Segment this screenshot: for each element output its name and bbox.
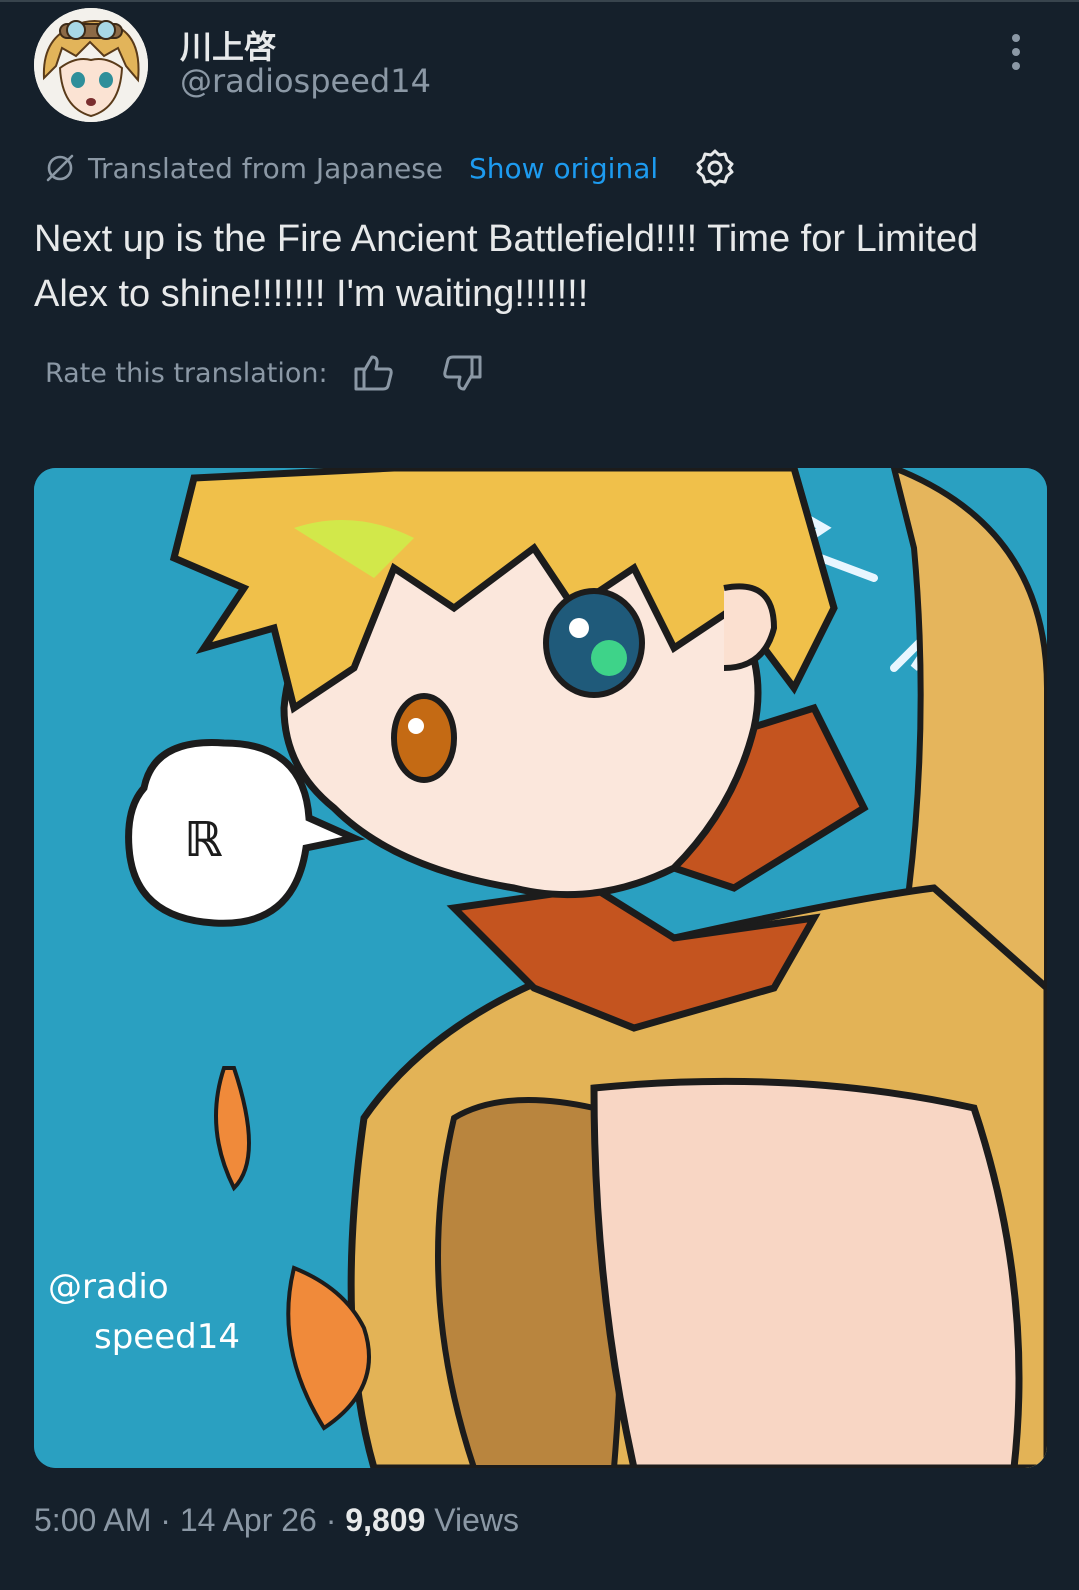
tweet-media-image[interactable]: ℝ @radio speed14 bbox=[34, 468, 1047, 1468]
avatar[interactable] bbox=[34, 8, 148, 122]
views-label: Views bbox=[434, 1502, 520, 1538]
thumbs-up-icon[interactable] bbox=[352, 351, 396, 395]
illustration: ℝ @radio speed14 bbox=[34, 468, 1047, 1468]
meta-separator: · bbox=[160, 1502, 171, 1538]
avatar-image bbox=[34, 8, 148, 122]
top-divider bbox=[0, 0, 1079, 2]
watermark-line2: speed14 bbox=[94, 1317, 240, 1357]
tweet-time[interactable]: 5:00 AM bbox=[34, 1502, 151, 1538]
translate-icon bbox=[46, 154, 74, 182]
more-options-icon[interactable] bbox=[1004, 30, 1028, 74]
gear-icon[interactable] bbox=[694, 147, 736, 189]
tweet-meta: 5:00 AM · 14 Apr 26 · 9,809 Views bbox=[34, 1502, 519, 1539]
author-handle[interactable]: @radiospeed14 bbox=[180, 62, 431, 100]
speech-bubble-glyph: ℝ bbox=[184, 812, 223, 868]
translation-label: Translated from Japanese bbox=[88, 151, 444, 185]
tweet-text: Next up is the Fire Ancient Battlefield!… bbox=[34, 218, 979, 315]
translation-bar: Translated from Japanese Show original bbox=[44, 145, 736, 191]
meta-separator: · bbox=[325, 1502, 337, 1538]
rate-translation-bar: Rate this translation: bbox=[45, 350, 484, 396]
rate-translation-label: Rate this translation: bbox=[45, 357, 328, 389]
views-count: 9,809 bbox=[345, 1502, 426, 1538]
watermark: @radio bbox=[48, 1267, 169, 1307]
show-original-link[interactable]: Show original bbox=[469, 152, 658, 185]
thumbs-down-icon[interactable] bbox=[440, 351, 484, 395]
tweet-date[interactable]: 14 Apr 26 bbox=[180, 1502, 317, 1538]
